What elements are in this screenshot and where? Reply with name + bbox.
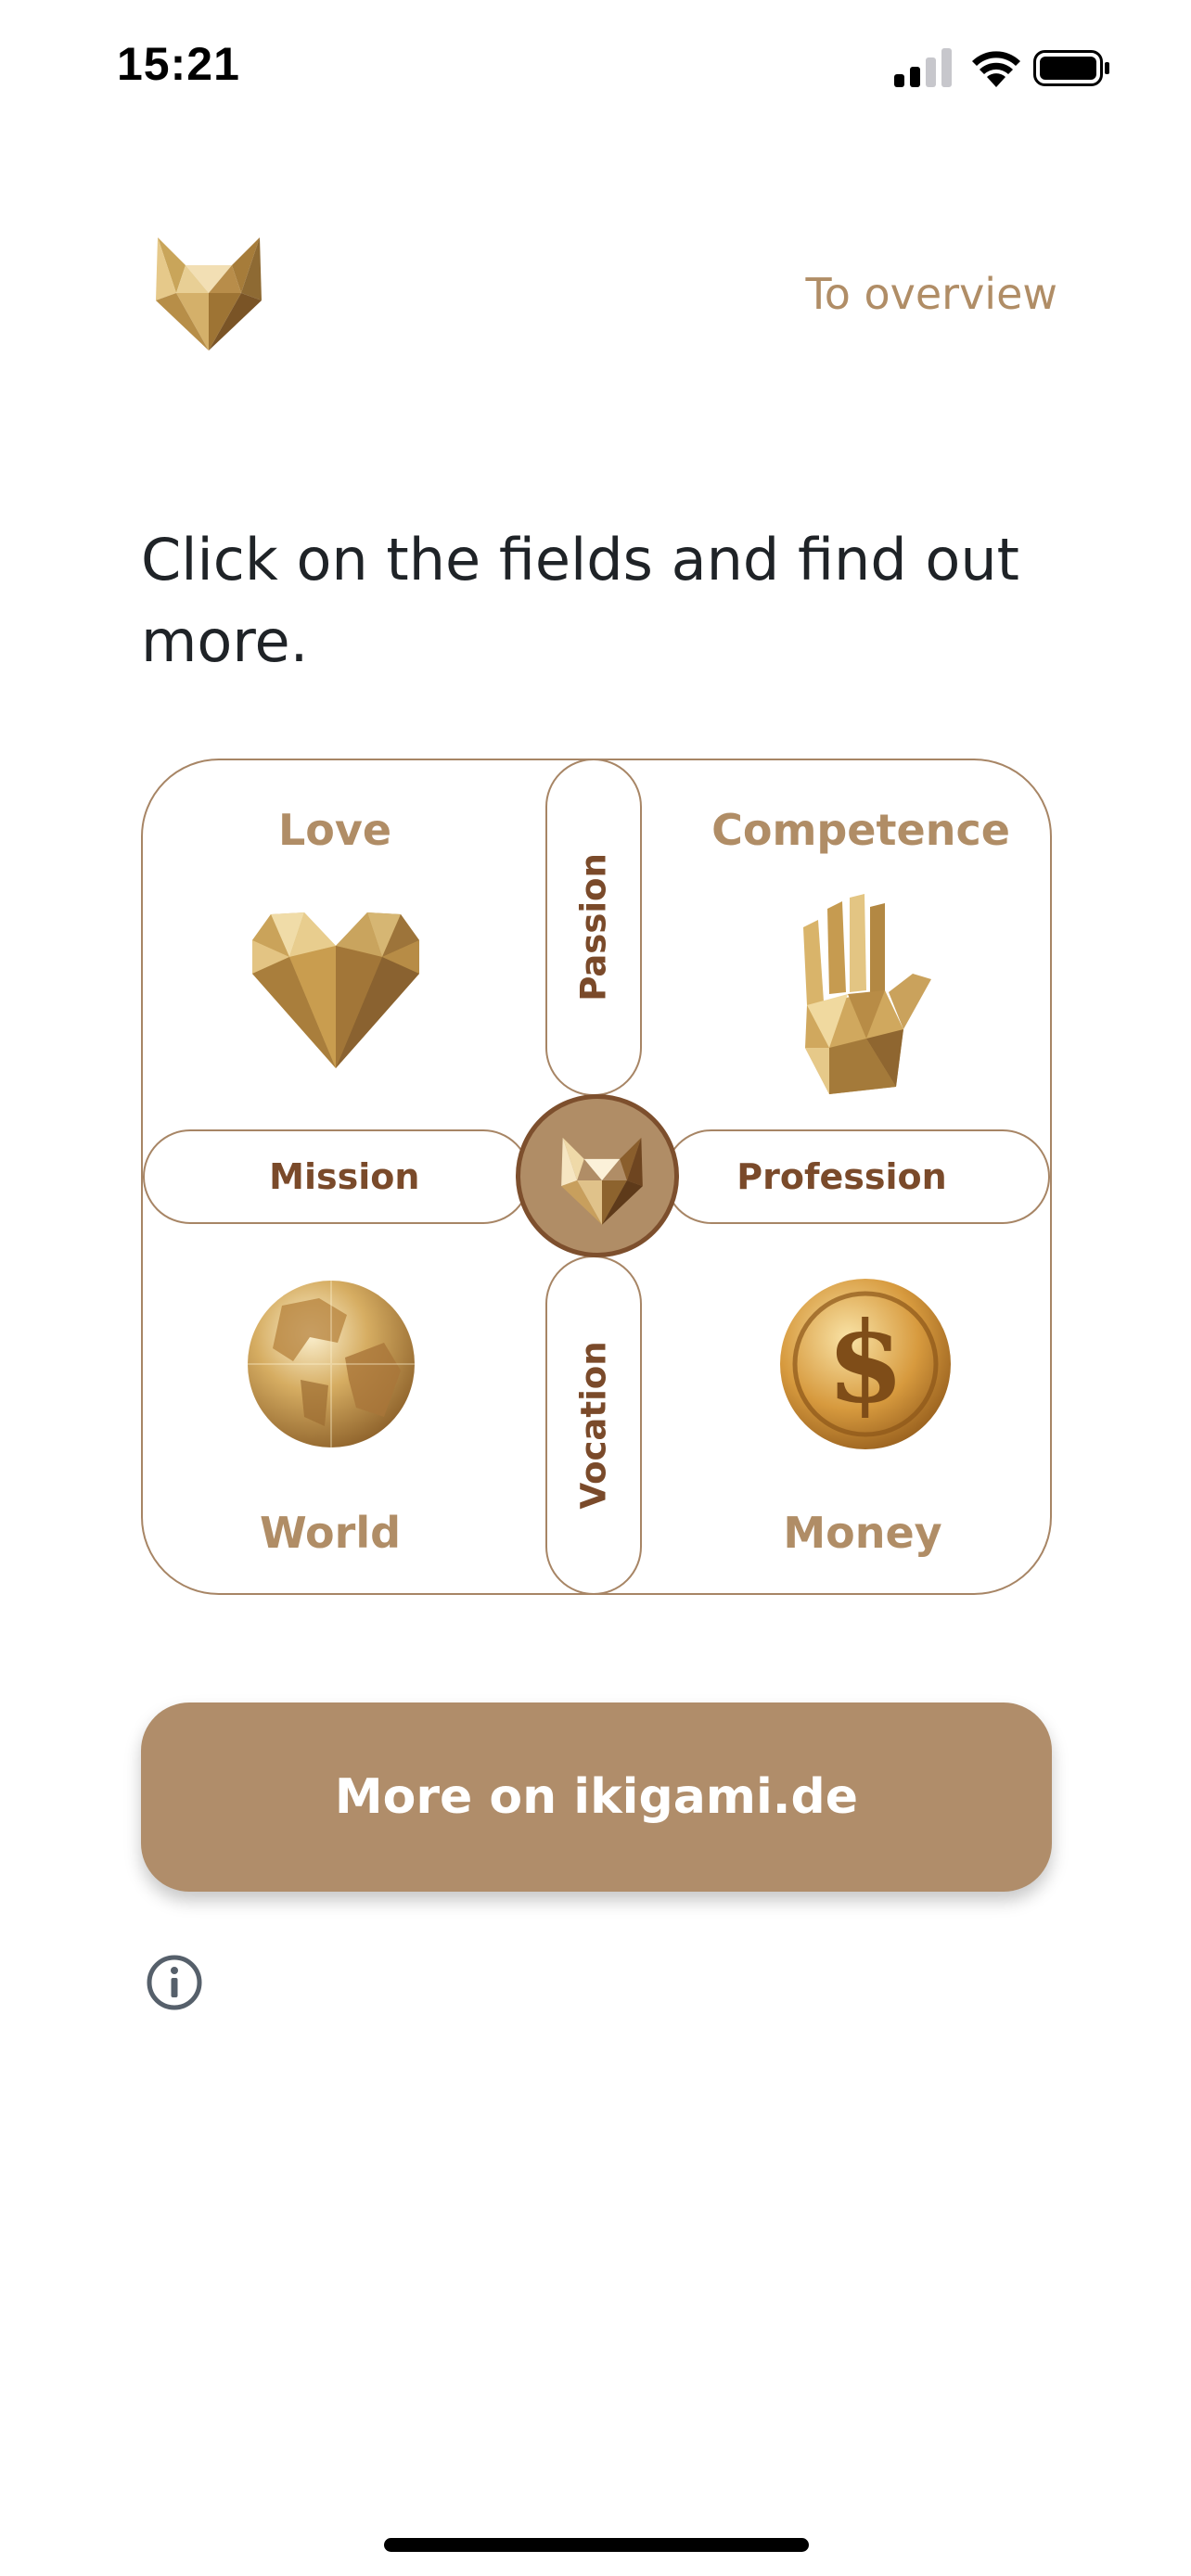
heart-icon <box>252 912 419 1068</box>
dollar-coin-icon: $ <box>780 1279 951 1449</box>
intersection-label-profession: Profession <box>736 1156 947 1197</box>
quadrant-label-money: Money <box>783 1508 942 1558</box>
intersection-vocation[interactable]: Vocation <box>545 1256 642 1595</box>
signal-icon <box>894 48 952 87</box>
svg-text:$: $ <box>826 1297 904 1428</box>
status-time: 15:21 <box>117 38 240 90</box>
wifi-icon <box>972 51 1020 87</box>
fox-center-icon <box>561 1137 643 1225</box>
quadrant-label-competence: Competence <box>711 805 1010 855</box>
more-on-ikigami-button[interactable]: More on ikigami.de <box>141 1702 1052 1892</box>
intersection-mission[interactable]: Mission <box>143 1129 531 1224</box>
fox-logo-icon <box>156 237 262 351</box>
intersection-label-passion: Passion <box>573 853 614 1001</box>
status-icons <box>894 48 1109 87</box>
quadrant-label-world: World <box>259 1508 402 1558</box>
battery-icon <box>1033 50 1109 86</box>
globe-icon <box>248 1281 415 1447</box>
home-indicator <box>384 2538 809 2552</box>
intersection-label-vocation: Vocation <box>573 1341 614 1510</box>
info-icon[interactable] <box>145 1953 204 2012</box>
page-headline: Click on the fields and find out more. <box>141 526 1019 675</box>
intersection-passion[interactable]: Passion <box>545 759 642 1096</box>
to-overview-link[interactable]: To overview <box>805 269 1057 319</box>
quadrant-label-love: Love <box>277 805 392 855</box>
intersection-profession[interactable]: Profession <box>664 1129 1050 1224</box>
hand-icon <box>803 894 931 1094</box>
intersection-label-mission: Mission <box>269 1156 420 1197</box>
ikigai-center-badge[interactable] <box>516 1094 679 1257</box>
